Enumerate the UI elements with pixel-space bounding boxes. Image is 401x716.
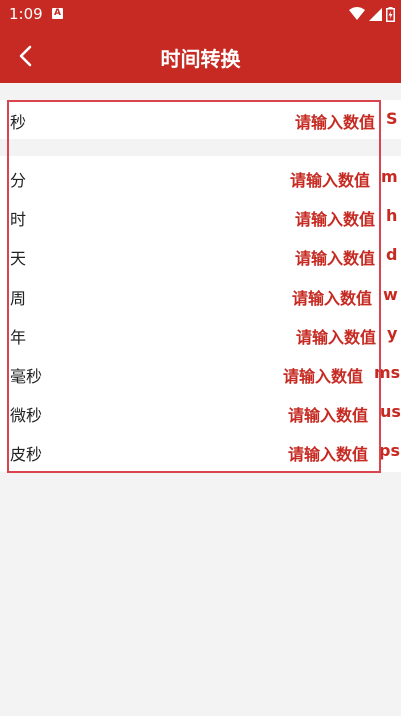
page-title: 时间转换 [160,47,241,71]
row-label: 时 [10,210,27,229]
unit-label: w [383,285,398,304]
row-days: 天 请输入数值 d [0,236,401,275]
value-input-seconds[interactable]: 请输入数值 [295,109,375,133]
row-label: 毫秒 [10,367,43,386]
row-microseconds: 微秒 请输入数值 us [0,393,401,432]
row-label: 年 [10,328,27,347]
row-label: 天 [10,249,27,268]
row-label: 微秒 [10,406,43,425]
group-units: 分 请输入数值 m 时 请输入数值 h 天 请输入数值 d 周 请输入数值 w … [0,156,401,472]
row-hours: 时 请输入数值 h [0,197,401,236]
notification-icon: A [52,8,63,19]
row-label: 皮秒 [10,445,43,464]
battery-icon [386,6,395,22]
value-input-minutes[interactable]: 请输入数值 [290,167,370,191]
status-bar: 1:09 A [0,0,401,28]
row-label: 秒 [10,113,27,132]
unit-label: y [387,324,398,343]
app-toolbar: 时间转换 [0,28,401,83]
unit-label: ps [379,441,400,460]
unit-label: h [386,206,398,225]
value-input-picoseconds[interactable]: 请输入数值 [288,441,368,465]
unit-label: d [386,245,398,264]
row-minutes: 分 请输入数值 m [0,158,401,197]
value-input-microseconds[interactable]: 请输入数值 [288,402,368,426]
unit-label: us [380,402,401,421]
unit-label: S [386,109,398,128]
signal-icon [369,7,382,21]
value-input-days[interactable]: 请输入数值 [295,245,375,269]
value-input-milliseconds[interactable]: 请输入数值 [283,363,363,387]
row-label: 分 [10,171,27,190]
row-seconds: 秒 请输入数值 S [0,100,401,139]
row-milliseconds: 毫秒 请输入数值 ms [0,354,401,393]
status-icons [349,6,395,22]
group-seconds: 秒 请输入数值 S [0,100,401,139]
wifi-icon [349,7,365,20]
value-input-weeks[interactable]: 请输入数值 [292,285,372,309]
row-years: 年 请输入数值 y [0,315,401,354]
value-input-hours[interactable]: 请输入数值 [295,206,375,230]
unit-label: m [381,167,398,186]
row-weeks: 周 请输入数值 w [0,276,401,315]
row-picoseconds: 皮秒 请输入数值 ps [0,432,401,471]
unit-label: ms [374,363,401,382]
value-input-years[interactable]: 请输入数值 [296,324,376,348]
row-label: 周 [10,289,27,308]
status-time: 1:09 [9,5,43,23]
